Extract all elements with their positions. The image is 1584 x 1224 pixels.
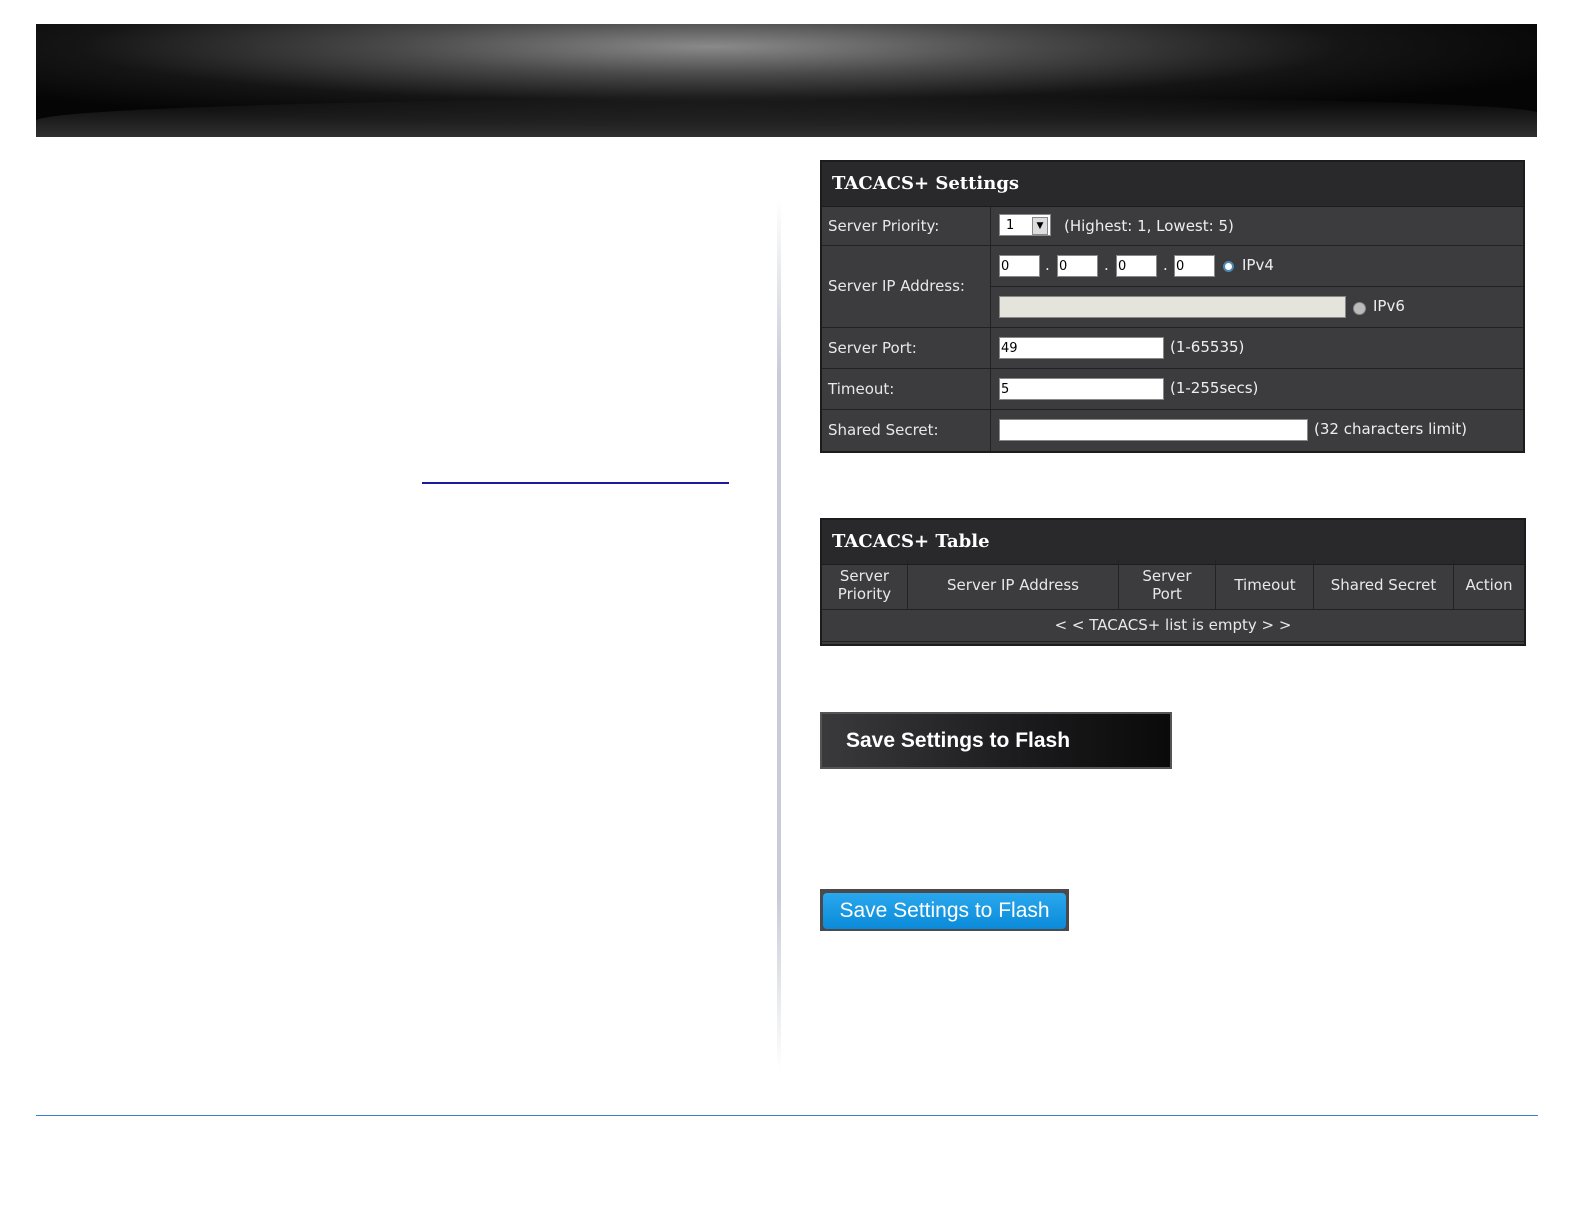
priority-value: 1 [1006, 218, 1015, 233]
timeout-row: Timeout: 5 (1-255secs) [822, 369, 1523, 410]
secret-label: Shared Secret: [828, 421, 939, 439]
secret-input[interactable] [999, 419, 1308, 441]
panel-title: TACACS+ Settings [822, 162, 1523, 207]
empty-message: < < TACACS+ list is empty > > [1054, 616, 1292, 634]
save-settings-button-blue[interactable]: Save Settings to Flash [823, 893, 1066, 929]
save-settings-button-frame: Save Settings to Flash [820, 889, 1069, 931]
port-input[interactable]: 49 [999, 337, 1164, 359]
table-header-row: Server Priority Server IP Address Server… [822, 560, 1524, 610]
ipv6-radio[interactable] [1353, 302, 1366, 315]
secret-note: (32 characters limit) [1314, 420, 1467, 438]
ip-octet-4[interactable]: 0 [1174, 255, 1215, 277]
secret-row: Shared Secret: (32 characters limit) [822, 410, 1523, 451]
ip-octet-2[interactable]: 0 [1057, 255, 1098, 277]
ip-row: Server IP Address: 0 . 0 . 0 . 0 IPv4 IP… [822, 246, 1523, 328]
ipv6-label: IPv6 [1373, 297, 1405, 315]
timeout-input[interactable]: 5 [999, 378, 1164, 400]
ipv6-input[interactable] [999, 296, 1346, 318]
ipv4-radio[interactable] [1223, 261, 1234, 272]
col-timeout: Timeout [1217, 560, 1314, 609]
ip-octet-3[interactable]: 0 [1116, 255, 1157, 277]
table-title: TACACS+ Table [822, 520, 1524, 565]
priority-select[interactable]: 1 ▼ [999, 214, 1051, 236]
tacacs-table-panel: TACACS+ Table Server Priority Server IP … [820, 518, 1526, 646]
timeout-label: Timeout: [828, 380, 895, 398]
tacacs-settings-panel: TACACS+ Settings Server Priority: 1 ▼ (H… [820, 160, 1525, 453]
col-action: Action [1465, 575, 1513, 594]
timeout-note: (1-255secs) [1170, 379, 1259, 397]
priority-note: (Highest: 1, Lowest: 5) [1064, 217, 1234, 235]
priority-row: Server Priority: 1 ▼ (Highest: 1, Lowest… [822, 207, 1523, 246]
col-server-priority: Server Priority [822, 560, 908, 609]
port-row: Server Port: 49 (1-65535) [822, 328, 1523, 369]
priority-label: Server Priority: [828, 217, 940, 235]
footer-rule [36, 1115, 1538, 1116]
port-label: Server Port: [828, 339, 917, 357]
port-note: (1-65535) [1170, 338, 1245, 356]
save-settings-button-dark[interactable]: Save Settings to Flash [820, 712, 1172, 769]
table-empty-row: < < TACACS+ list is empty > > [822, 610, 1524, 642]
ipv4-label: IPv4 [1242, 256, 1274, 274]
header-banner [36, 24, 1537, 137]
ip-label: Server IP Address: [828, 277, 965, 295]
hyperlink-underline[interactable] [422, 482, 729, 484]
col-server-ip: Server IP Address [908, 560, 1119, 609]
col-shared-secret: Shared Secret [1314, 560, 1454, 609]
ip-octet-1[interactable]: 0 [999, 255, 1040, 277]
chevron-down-icon: ▼ [1032, 217, 1048, 235]
column-divider [777, 200, 781, 1070]
col-server-port: Server Port [1119, 560, 1216, 609]
